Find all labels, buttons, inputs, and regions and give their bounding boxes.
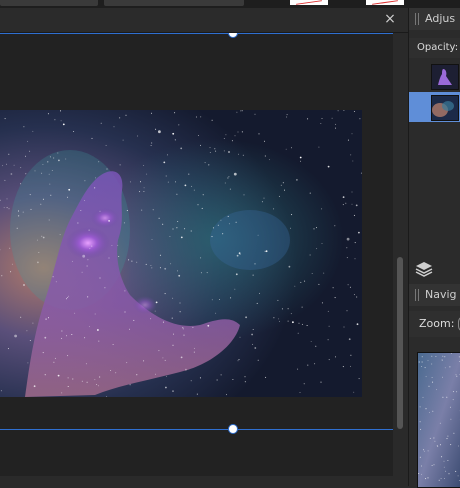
layer-thumbnail	[431, 95, 459, 121]
zoom-label: Zoom:	[419, 317, 454, 330]
top-center-handle[interactable]	[228, 33, 238, 38]
panel-grip-icon[interactable]	[415, 13, 421, 25]
panel-grip-icon[interactable]	[415, 289, 421, 301]
galaxy-image-art	[0, 110, 362, 397]
no-stroke-swatch[interactable]	[366, 0, 404, 5]
no-fill-swatch[interactable]	[290, 0, 328, 5]
adjustments-tab-label: Adjus	[425, 12, 455, 25]
adjustments-panel-tab[interactable]: Adjus	[409, 8, 460, 30]
navigator-panel-tab[interactable]: Navig	[409, 284, 460, 306]
context-toolbar	[0, 0, 460, 8]
opacity-label: Opacity:	[417, 42, 458, 53]
bottom-center-handle[interactable]	[228, 424, 238, 434]
layer-thumbnail-art	[432, 65, 458, 89]
opacity-row: Opacity:	[409, 38, 460, 58]
close-document-icon[interactable]: ×	[382, 11, 398, 27]
layers-stack-icon[interactable]	[415, 261, 433, 277]
navigator-preview-art	[418, 353, 460, 487]
navigator-tab-label: Navig	[425, 288, 457, 301]
document-tab-bar: ×	[0, 8, 408, 33]
canvas[interactable]	[0, 33, 393, 476]
layer-row-mask[interactable]	[409, 61, 460, 91]
layer-row-galaxy[interactable]	[409, 92, 460, 122]
vertical-scrollbar[interactable]	[393, 33, 408, 476]
toolbar-field-1[interactable]	[0, 0, 98, 6]
scrollbar-thumb[interactable]	[397, 257, 403, 429]
bottom-boundary-line	[0, 429, 393, 430]
navigator-preview[interactable]	[417, 352, 460, 488]
horizontal-scrollbar[interactable]	[0, 476, 408, 486]
layer-thumbnail-art	[432, 96, 458, 120]
top-boundary-line	[0, 33, 393, 34]
zoom-row: Zoom:	[409, 311, 460, 337]
toolbar-field-2[interactable]	[104, 0, 244, 6]
layer-thumbnail	[431, 64, 459, 90]
galaxy-image[interactable]	[0, 110, 362, 397]
right-panel-dock: Adjus Opacity: Navig Zoom:	[408, 8, 460, 486]
